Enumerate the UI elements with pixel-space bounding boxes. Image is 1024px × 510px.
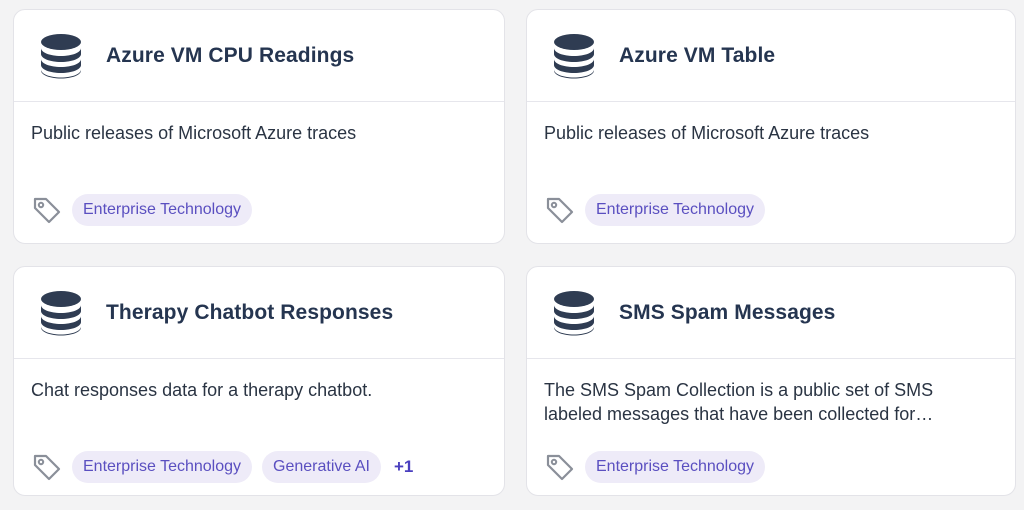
- card-tags: Enterprise Technology: [545, 451, 775, 483]
- tag-icon: [32, 195, 62, 225]
- card-header: Azure VM Table: [527, 10, 1015, 102]
- dataset-grid: Azure VM CPU Readings Public releases of…: [0, 0, 1024, 510]
- tag-chip[interactable]: Enterprise Technology: [72, 451, 253, 483]
- card-title[interactable]: Therapy Chatbot Responses: [106, 301, 393, 325]
- dataset-card-sms-spam-messages[interactable]: SMS Spam Messages The SMS Spam Collectio…: [526, 266, 1016, 496]
- database-icon: [553, 290, 595, 336]
- card-tags: Enterprise Technology: [545, 194, 775, 226]
- card-header: SMS Spam Messages: [527, 267, 1015, 359]
- database-icon: [40, 33, 82, 79]
- tag-icon: [32, 452, 62, 482]
- card-title[interactable]: SMS Spam Messages: [619, 301, 835, 325]
- card-tags: Enterprise Technology: [32, 194, 262, 226]
- database-icon: [553, 33, 595, 79]
- card-header: Azure VM CPU Readings: [14, 10, 504, 102]
- card-description: Public releases of Microsoft Azure trace…: [31, 123, 357, 143]
- card-tags: Enterprise Technology Generative AI +1: [32, 451, 413, 483]
- card-title[interactable]: Azure VM Table: [619, 44, 775, 68]
- tag-chip[interactable]: Enterprise Technology: [585, 451, 766, 483]
- database-icon: [40, 290, 82, 336]
- dataset-card-azure-vm-table[interactable]: Azure VM Table Public releases of Micros…: [526, 9, 1016, 244]
- card-description: The SMS Spam Collection is a public set …: [544, 380, 934, 424]
- dataset-card-azure-vm-cpu-readings[interactable]: Azure VM CPU Readings Public releases of…: [13, 9, 505, 244]
- card-title[interactable]: Azure VM CPU Readings: [106, 44, 354, 68]
- card-description: Public releases of Microsoft Azure trace…: [544, 123, 870, 143]
- more-tags-count[interactable]: +1: [394, 457, 413, 477]
- dataset-card-therapy-chatbot-responses[interactable]: Therapy Chatbot Responses Chat responses…: [13, 266, 505, 496]
- card-description: Chat responses data for a therapy chatbo…: [31, 380, 373, 400]
- tag-chip[interactable]: Enterprise Technology: [585, 194, 766, 226]
- tag-chip[interactable]: Enterprise Technology: [72, 194, 253, 226]
- tag-icon: [545, 195, 575, 225]
- tag-chip[interactable]: Generative AI: [262, 451, 381, 483]
- tag-icon: [545, 452, 575, 482]
- card-header: Therapy Chatbot Responses: [14, 267, 504, 359]
